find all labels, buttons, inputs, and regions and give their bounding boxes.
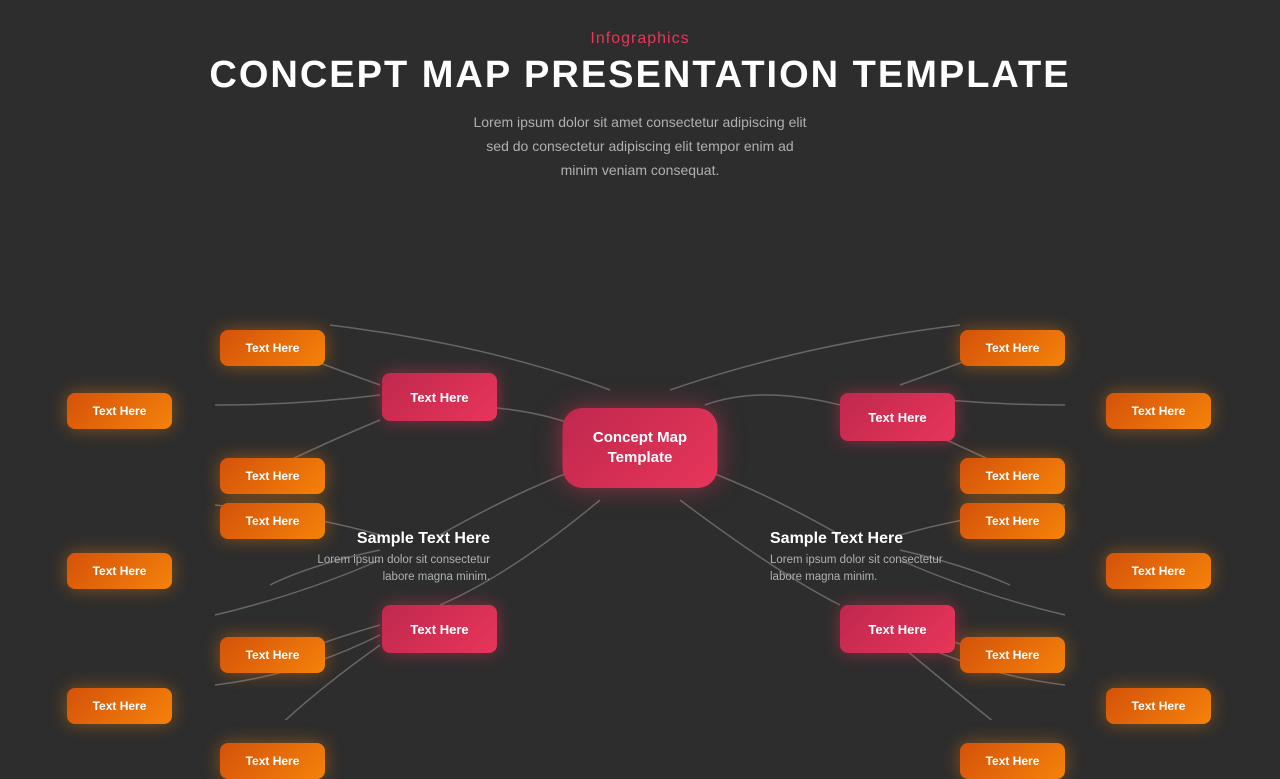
node-top-right-outer-mid[interactable]: Text Here bbox=[960, 503, 1065, 539]
sample-text-left: Sample Text Here Lorem ipsum dolor sit c… bbox=[290, 530, 490, 587]
node-top-right-inner[interactable]: Text Here bbox=[840, 393, 955, 441]
node-bottom-right-outer-top[interactable]: Text Here bbox=[960, 637, 1065, 673]
node-top-right-outer-top[interactable]: Text Here bbox=[960, 330, 1065, 366]
main-title: CONCEPT MAP PRESENTATION TEMPLATE bbox=[0, 54, 1280, 97]
page-header: Infographics CONCEPT MAP PRESENTATION TE… bbox=[0, 0, 1280, 182]
node-bottom-left-outer-top[interactable]: Text Here bbox=[220, 637, 325, 673]
node-left-top[interactable]: Text Here bbox=[67, 393, 172, 429]
concept-map-area: Concept MapTemplate Text Here Text Here … bbox=[0, 175, 1280, 720]
node-right-bottom[interactable]: Text Here bbox=[1106, 553, 1211, 589]
node-top-left-inner[interactable]: Text Here bbox=[382, 373, 497, 421]
node-bottom-right-outer-bottom[interactable]: Text Here bbox=[960, 743, 1065, 779]
node-right-top[interactable]: Text Here bbox=[1106, 393, 1211, 429]
node-right-mid[interactable]: Text Here bbox=[960, 458, 1065, 494]
node-bottom-right-far[interactable]: Text Here bbox=[1106, 688, 1211, 724]
node-bottom-left-outer-bottom[interactable]: Text Here bbox=[220, 743, 325, 779]
sample-text-right: Sample Text Here Lorem ipsum dolor sit c… bbox=[770, 530, 970, 587]
node-bottom-right-inner[interactable]: Text Here bbox=[840, 605, 955, 653]
subtitle: Lorem ipsum dolor sit amet consectetur a… bbox=[0, 111, 1280, 182]
node-left-mid[interactable]: Text Here bbox=[220, 458, 325, 494]
node-bottom-left-inner[interactable]: Text Here bbox=[382, 605, 497, 653]
node-left-bottom[interactable]: Text Here bbox=[67, 553, 172, 589]
infographics-label: Infographics bbox=[0, 30, 1280, 48]
center-node: Concept MapTemplate bbox=[563, 408, 718, 488]
node-top-left-outer-mid[interactable]: Text Here bbox=[220, 503, 325, 539]
node-top-left-outer-top[interactable]: Text Here bbox=[220, 330, 325, 366]
node-bottom-left-far[interactable]: Text Here bbox=[67, 688, 172, 724]
